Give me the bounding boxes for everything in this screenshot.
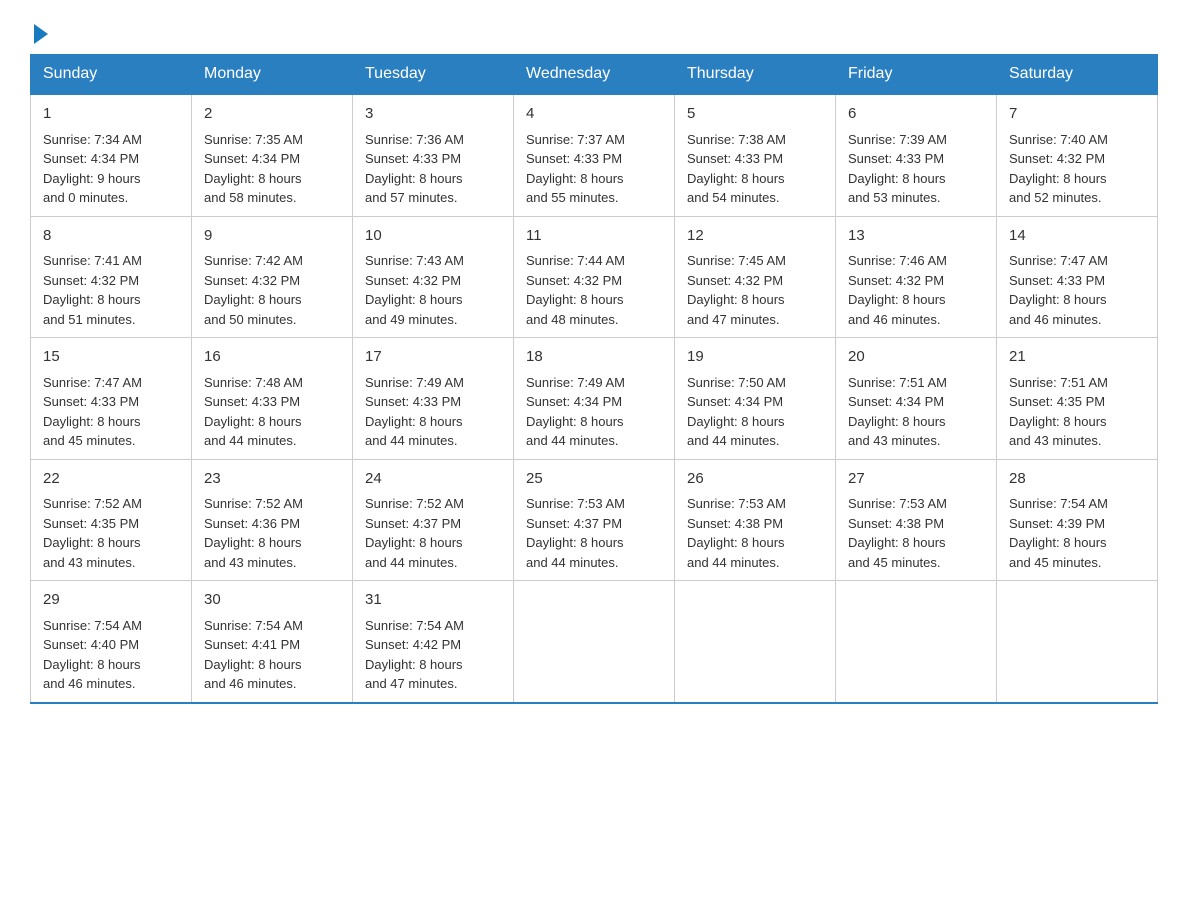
day-number: 24 bbox=[365, 468, 501, 491]
calendar-cell: 15Sunrise: 7:47 AMSunset: 4:33 PMDayligh… bbox=[31, 338, 192, 460]
day-number: 6 bbox=[848, 103, 984, 126]
calendar-cell bbox=[514, 581, 675, 703]
column-header-thursday: Thursday bbox=[675, 55, 836, 95]
calendar-cell: 28Sunrise: 7:54 AMSunset: 4:39 PMDayligh… bbox=[997, 459, 1158, 581]
calendar-cell: 7Sunrise: 7:40 AMSunset: 4:32 PMDaylight… bbox=[997, 94, 1158, 216]
calendar-cell: 1Sunrise: 7:34 AMSunset: 4:34 PMDaylight… bbox=[31, 94, 192, 216]
calendar-cell: 26Sunrise: 7:53 AMSunset: 4:38 PMDayligh… bbox=[675, 459, 836, 581]
calendar-cell: 6Sunrise: 7:39 AMSunset: 4:33 PMDaylight… bbox=[836, 94, 997, 216]
column-header-wednesday: Wednesday bbox=[514, 55, 675, 95]
calendar-cell: 29Sunrise: 7:54 AMSunset: 4:40 PMDayligh… bbox=[31, 581, 192, 703]
day-number: 8 bbox=[43, 225, 179, 248]
day-number: 15 bbox=[43, 346, 179, 369]
calendar-cell: 2Sunrise: 7:35 AMSunset: 4:34 PMDaylight… bbox=[192, 94, 353, 216]
day-number: 7 bbox=[1009, 103, 1145, 126]
calendar-cell: 20Sunrise: 7:51 AMSunset: 4:34 PMDayligh… bbox=[836, 338, 997, 460]
day-number: 12 bbox=[687, 225, 823, 248]
calendar-cell: 27Sunrise: 7:53 AMSunset: 4:38 PMDayligh… bbox=[836, 459, 997, 581]
day-number: 23 bbox=[204, 468, 340, 491]
calendar-cell: 3Sunrise: 7:36 AMSunset: 4:33 PMDaylight… bbox=[353, 94, 514, 216]
day-number: 27 bbox=[848, 468, 984, 491]
calendar-cell: 5Sunrise: 7:38 AMSunset: 4:33 PMDaylight… bbox=[675, 94, 836, 216]
column-header-tuesday: Tuesday bbox=[353, 55, 514, 95]
day-number: 26 bbox=[687, 468, 823, 491]
week-row-2: 8Sunrise: 7:41 AMSunset: 4:32 PMDaylight… bbox=[31, 216, 1158, 338]
logo bbox=[30, 20, 48, 44]
calendar-cell: 31Sunrise: 7:54 AMSunset: 4:42 PMDayligh… bbox=[353, 581, 514, 703]
calendar-cell: 13Sunrise: 7:46 AMSunset: 4:32 PMDayligh… bbox=[836, 216, 997, 338]
calendar-cell bbox=[836, 581, 997, 703]
calendar-cell: 10Sunrise: 7:43 AMSunset: 4:32 PMDayligh… bbox=[353, 216, 514, 338]
week-row-3: 15Sunrise: 7:47 AMSunset: 4:33 PMDayligh… bbox=[31, 338, 1158, 460]
column-header-saturday: Saturday bbox=[997, 55, 1158, 95]
column-header-monday: Monday bbox=[192, 55, 353, 95]
calendar-cell: 22Sunrise: 7:52 AMSunset: 4:35 PMDayligh… bbox=[31, 459, 192, 581]
day-number: 19 bbox=[687, 346, 823, 369]
day-number: 4 bbox=[526, 103, 662, 126]
day-number: 11 bbox=[526, 225, 662, 248]
calendar-cell: 23Sunrise: 7:52 AMSunset: 4:36 PMDayligh… bbox=[192, 459, 353, 581]
calendar-cell: 11Sunrise: 7:44 AMSunset: 4:32 PMDayligh… bbox=[514, 216, 675, 338]
week-row-5: 29Sunrise: 7:54 AMSunset: 4:40 PMDayligh… bbox=[31, 581, 1158, 703]
day-number: 5 bbox=[687, 103, 823, 126]
calendar-cell: 9Sunrise: 7:42 AMSunset: 4:32 PMDaylight… bbox=[192, 216, 353, 338]
day-number: 3 bbox=[365, 103, 501, 126]
calendar-cell bbox=[675, 581, 836, 703]
calendar-cell bbox=[997, 581, 1158, 703]
day-number: 29 bbox=[43, 589, 179, 612]
calendar-cell: 16Sunrise: 7:48 AMSunset: 4:33 PMDayligh… bbox=[192, 338, 353, 460]
page-header bbox=[30, 20, 1158, 44]
calendar-cell: 21Sunrise: 7:51 AMSunset: 4:35 PMDayligh… bbox=[997, 338, 1158, 460]
calendar-cell: 8Sunrise: 7:41 AMSunset: 4:32 PMDaylight… bbox=[31, 216, 192, 338]
day-number: 13 bbox=[848, 225, 984, 248]
day-number: 31 bbox=[365, 589, 501, 612]
calendar-cell: 17Sunrise: 7:49 AMSunset: 4:33 PMDayligh… bbox=[353, 338, 514, 460]
day-number: 16 bbox=[204, 346, 340, 369]
day-number: 18 bbox=[526, 346, 662, 369]
calendar-cell: 19Sunrise: 7:50 AMSunset: 4:34 PMDayligh… bbox=[675, 338, 836, 460]
calendar-cell: 24Sunrise: 7:52 AMSunset: 4:37 PMDayligh… bbox=[353, 459, 514, 581]
day-number: 10 bbox=[365, 225, 501, 248]
calendar-cell: 14Sunrise: 7:47 AMSunset: 4:33 PMDayligh… bbox=[997, 216, 1158, 338]
day-number: 30 bbox=[204, 589, 340, 612]
calendar-table: SundayMondayTuesdayWednesdayThursdayFrid… bbox=[30, 54, 1158, 704]
day-number: 25 bbox=[526, 468, 662, 491]
day-number: 2 bbox=[204, 103, 340, 126]
week-row-4: 22Sunrise: 7:52 AMSunset: 4:35 PMDayligh… bbox=[31, 459, 1158, 581]
calendar-cell: 30Sunrise: 7:54 AMSunset: 4:41 PMDayligh… bbox=[192, 581, 353, 703]
day-number: 22 bbox=[43, 468, 179, 491]
column-header-friday: Friday bbox=[836, 55, 997, 95]
calendar-cell: 18Sunrise: 7:49 AMSunset: 4:34 PMDayligh… bbox=[514, 338, 675, 460]
calendar-cell: 12Sunrise: 7:45 AMSunset: 4:32 PMDayligh… bbox=[675, 216, 836, 338]
day-number: 21 bbox=[1009, 346, 1145, 369]
week-row-1: 1Sunrise: 7:34 AMSunset: 4:34 PMDaylight… bbox=[31, 94, 1158, 216]
day-number: 17 bbox=[365, 346, 501, 369]
calendar-cell: 25Sunrise: 7:53 AMSunset: 4:37 PMDayligh… bbox=[514, 459, 675, 581]
day-number: 14 bbox=[1009, 225, 1145, 248]
calendar-header-row: SundayMondayTuesdayWednesdayThursdayFrid… bbox=[31, 55, 1158, 95]
logo-arrow-icon bbox=[34, 24, 48, 44]
day-number: 1 bbox=[43, 103, 179, 126]
day-number: 9 bbox=[204, 225, 340, 248]
calendar-cell: 4Sunrise: 7:37 AMSunset: 4:33 PMDaylight… bbox=[514, 94, 675, 216]
day-number: 20 bbox=[848, 346, 984, 369]
column-header-sunday: Sunday bbox=[31, 55, 192, 95]
day-number: 28 bbox=[1009, 468, 1145, 491]
